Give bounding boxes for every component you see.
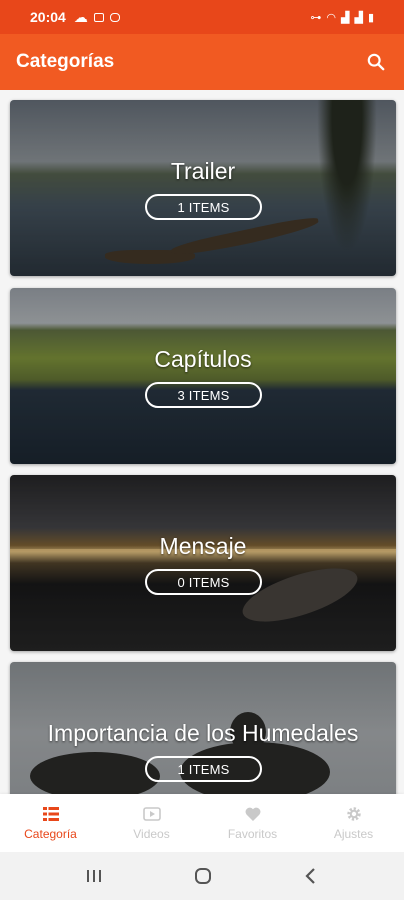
back-icon[interactable]	[303, 867, 319, 885]
category-card-importancia-humedales[interactable]: Importancia de los Humedales 1 ITEMS	[10, 662, 396, 794]
category-count-badge: 3 ITEMS	[145, 382, 262, 408]
battery-icon: ▮	[367, 11, 374, 24]
signal-icon: ▟	[341, 11, 350, 24]
signal-icon: ▟	[354, 11, 363, 24]
status-bar: 20:04 ☁ ⊶ ◠ ▟ ▟ ▮	[0, 0, 404, 34]
category-card-mensaje[interactable]: Mensaje 0 ITEMS	[10, 475, 396, 651]
play-icon	[142, 807, 161, 821]
category-count-badge: 0 ITEMS	[145, 569, 262, 595]
category-count-badge: 1 ITEMS	[145, 756, 262, 782]
category-name: Importancia de los Humedales	[47, 720, 359, 746]
wifi-icon: ◠	[326, 11, 336, 24]
home-icon[interactable]	[193, 866, 213, 886]
cloud-icon: ☁	[73, 8, 88, 25]
nav-label: Ajustes	[333, 827, 374, 841]
nav-item-videos[interactable]: Videos	[101, 794, 202, 852]
category-name: Trailer	[170, 158, 236, 184]
category-list: Trailer 1 ITEMS Capítulos 3 ITEMS Mensaj…	[0, 90, 404, 794]
nav-item-favoritos[interactable]: Favoritos	[202, 794, 303, 852]
category-name: Mensaje	[159, 533, 247, 559]
category-card-trailer[interactable]: Trailer 1 ITEMS	[10, 100, 396, 276]
page-title: Categorías	[16, 51, 115, 72]
category-name: Capítulos	[154, 346, 252, 372]
bottom-navigation: Categoría Videos Favoritos Ajustes	[0, 794, 404, 852]
image-icon	[93, 12, 104, 22]
nav-label: Videos	[133, 827, 170, 841]
nav-item-categoria[interactable]: Categoría	[0, 794, 101, 852]
nav-label: Categoría	[24, 827, 77, 841]
status-time: 20:04	[30, 9, 66, 25]
app-bar: Categorías	[0, 34, 404, 90]
list-icon	[42, 807, 59, 821]
category-card-capitulos[interactable]: Capítulos 3 ITEMS	[10, 288, 396, 464]
search-icon[interactable]	[364, 50, 388, 74]
nav-label: Favoritos	[227, 827, 278, 841]
system-navigation-bar	[0, 852, 404, 900]
instagram-icon	[109, 12, 120, 22]
hotspot-icon: ⊶	[310, 11, 322, 24]
category-count-badge: 1 ITEMS	[145, 194, 262, 220]
recent-apps-icon[interactable]	[85, 868, 103, 884]
gear-icon	[346, 807, 361, 821]
nav-item-ajustes[interactable]: Ajustes	[303, 794, 404, 852]
heart-icon	[245, 807, 260, 821]
